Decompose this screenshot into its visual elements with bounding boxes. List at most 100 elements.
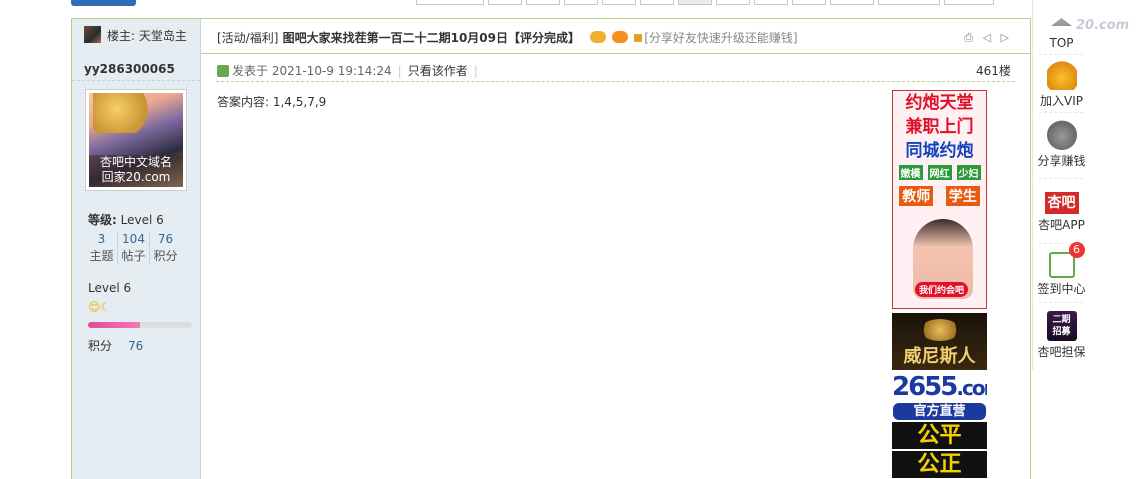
ad1-tags2: 教师 学生 <box>893 186 986 206</box>
share-friends-link[interactable]: [分享好友快速升级还能赚钱] <box>644 31 797 45</box>
thread-title-text: 图吧大家来找茬第一百二十二期10月09日【评分完成】 <box>282 31 581 45</box>
toolbar-label: 杏吧担保 <box>1037 345 1086 359</box>
stat-posts-label: 帖子 <box>121 249 146 263</box>
pagination-strip <box>416 0 998 5</box>
ad3-banner: 官方直营 <box>893 403 986 420</box>
ad1-tag: 少妇 <box>956 165 981 180</box>
guarantee-icon-text: 二期 <box>1052 315 1071 325</box>
pager-cell[interactable] <box>792 0 826 5</box>
site-watermark: 20.com <box>1076 18 1130 33</box>
ad1-tags: 嫩模 网红 少妇 <box>893 163 986 182</box>
avatar-watermark-line2: 回家20.com <box>101 170 171 184</box>
ad1-tag: 嫩模 <box>898 165 923 180</box>
guarantee-button[interactable]: 二期 招募 杏吧担保 <box>1033 311 1090 360</box>
ad1-line-2: 兼职上门 <box>905 117 974 137</box>
thread-title-bar: [活动/福利] 图吧大家来找茬第一百二十二期10月09日【评分完成】 [分享好友… <box>201 19 1030 54</box>
ad3-num: 2655 <box>892 372 958 402</box>
avatar-watermark: 杏吧中文域名 回家20.com <box>89 155 183 187</box>
toolbar-label: 杏吧APP <box>1038 218 1085 232</box>
ad-banner-dating[interactable]: 约炮天堂 兼职上门 同城约炮 嫩模 网红 少妇 教师 学生 我们约会吧 <box>892 90 987 309</box>
print-prev-next-icon[interactable]: ⎙ ◁ ▷ <box>964 31 1012 45</box>
points-value: 76 <box>128 339 144 353</box>
app-download-button[interactable]: 杏吧 杏吧APP <box>1033 192 1090 233</box>
level-label: 等级: <box>88 213 117 227</box>
toolbar-label: 分享赚钱 <box>1037 154 1086 168</box>
pager-cell[interactable] <box>564 0 598 5</box>
ad-banner-2655[interactable]: 2655.com 官方直营 公平 公正 <box>892 372 987 479</box>
author-avatar[interactable]: 杏吧中文域名 回家20.com <box>86 90 186 190</box>
rating-badge-icon <box>590 31 607 43</box>
ad3-domain: .com <box>956 376 987 400</box>
online-status-icon <box>217 65 229 77</box>
post-meta: 发表于 2021-10-9 19:14:24 | 只看该作者 | <box>217 62 484 79</box>
level-progress-bar <box>88 322 192 328</box>
ad1-pill: 我们约会吧 <box>915 282 969 297</box>
stat-threads-label: 主题 <box>89 249 114 263</box>
share-earn-button[interactable]: 分享赚钱 <box>1033 120 1090 169</box>
ad1-line-1: 约炮天堂 <box>905 93 974 113</box>
stat-posts[interactable]: 104 帖子 <box>118 231 150 265</box>
pager-cell[interactable] <box>754 0 788 5</box>
pager-cell[interactable] <box>830 0 874 5</box>
stat-threads-value: 3 <box>97 232 106 246</box>
arrow-up-icon <box>1051 18 1072 26</box>
pager-cell[interactable] <box>878 0 940 5</box>
level-name: Level 6 <box>88 281 132 295</box>
pager-cell[interactable] <box>416 0 484 5</box>
author-username[interactable]: yy286300065 <box>84 62 175 76</box>
points-label: 积分 <box>88 339 113 353</box>
pager-cell[interactable] <box>944 0 994 5</box>
post-meta-divider <box>216 81 1015 82</box>
post-frame <box>71 18 1031 479</box>
lock-icon <box>634 34 643 42</box>
level-progress-fill <box>88 322 140 328</box>
pager-cell[interactable] <box>488 0 522 5</box>
sign-in-center-button[interactable]: 6 签到中心 <box>1033 242 1090 297</box>
pager-cell[interactable] <box>678 0 712 5</box>
pager-cell[interactable] <box>602 0 636 5</box>
stat-points-value: 76 <box>157 232 174 246</box>
thread-category-link[interactable]: [活动/福利] <box>217 31 278 45</box>
avatar-hair <box>93 93 153 133</box>
author-stats: 3 主题 104 帖子 76 积分 <box>86 231 181 265</box>
author-level: 等级: Level 6 <box>88 211 164 228</box>
pager-cell[interactable] <box>716 0 750 5</box>
top-blue-button[interactable] <box>71 0 136 6</box>
join-vip-button[interactable]: 加入VIP <box>1033 60 1090 109</box>
app-logo-icon: 杏吧 <box>1044 192 1079 214</box>
toolbar-divider <box>1039 112 1083 113</box>
hot-badge-icon <box>612 31 629 43</box>
only-author-link[interactable]: 只看该作者 <box>408 64 468 78</box>
pager-cell[interactable] <box>526 0 560 5</box>
level-emoji-icon: 😊☾ <box>88 300 112 314</box>
stat-points[interactable]: 76 积分 <box>150 231 181 265</box>
sign-in-icon: 6 <box>1048 242 1085 278</box>
post-content: 答案内容: 1,4,5,7,9 <box>217 95 327 109</box>
thread-starter-label: 楼主: 天堂岛主 <box>107 29 187 43</box>
post-time: 发表于 2021-10-9 19:14:24 <box>232 64 392 78</box>
notification-badge: 6 <box>1068 242 1085 258</box>
ad1-line-3: 同城约炮 <box>905 141 974 161</box>
ad1-tag2: 教师 <box>899 186 934 206</box>
ad3-big-1: 公平 <box>892 422 987 449</box>
stat-threads[interactable]: 3 主题 <box>86 231 118 265</box>
ad-banner-venetian[interactable]: 威尼斯人 <box>892 313 987 370</box>
toolbar-label: 加入VIP <box>1040 94 1083 108</box>
toolbar-divider <box>1039 54 1083 55</box>
level-value: Level 6 <box>120 213 164 227</box>
toolbar-label: TOP <box>1049 36 1074 50</box>
lion-logo-icon <box>920 319 960 341</box>
thread-starter-bar: 楼主: 天堂岛主 <box>72 19 200 49</box>
post-floor-number[interactable]: 461楼 <box>976 62 1011 79</box>
author-points: 积分 76 <box>88 337 143 354</box>
ad3-number: 2655.com <box>892 372 987 403</box>
ad3-big-2: 公正 <box>892 451 987 478</box>
money-bag-icon <box>1046 120 1077 150</box>
ad2-text: 威尼斯人 <box>903 346 976 367</box>
ad1-tag: 网红 <box>927 165 952 180</box>
pager-cell[interactable] <box>640 0 674 5</box>
avatar-watermark-line1: 杏吧中文域名 <box>99 155 172 169</box>
toolbar-label: 签到中心 <box>1037 282 1086 296</box>
crown-icon <box>1046 60 1077 90</box>
guarantee-icon-text: 招募 <box>1052 327 1071 337</box>
